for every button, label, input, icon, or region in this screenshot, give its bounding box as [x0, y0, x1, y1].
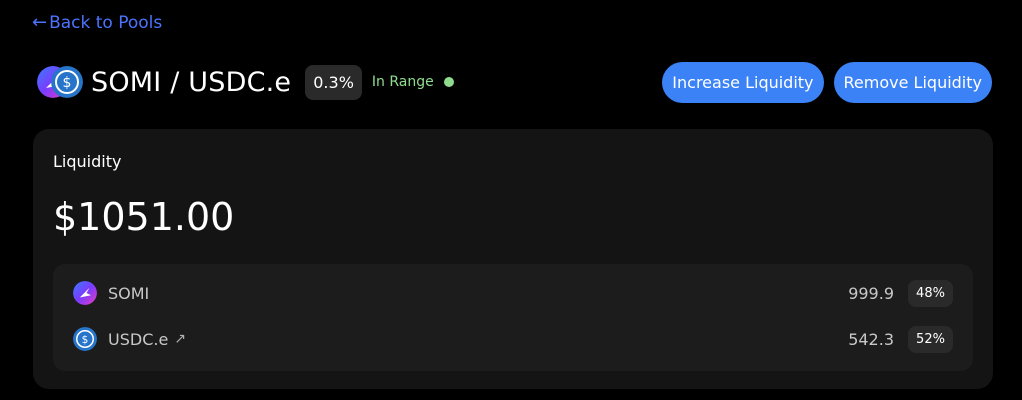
token-amount: 542.3 [848, 329, 894, 349]
token-percent-badge: 52% [908, 325, 953, 353]
remove-liquidity-button[interactable]: Remove Liquidity [833, 61, 992, 103]
pair-title: SOMI / USDC.e [91, 66, 292, 98]
usdc-token-icon: $ [73, 327, 97, 351]
range-status-label: In Range [371, 74, 434, 90]
back-to-pools-link[interactable]: ← Back to Pools [32, 13, 162, 33]
token-row-somi: SOMI 999.9 48% [53, 275, 973, 311]
svg-text:$: $ [63, 75, 72, 91]
range-status: In Range [372, 74, 454, 90]
token-row-usdc: $ USDC.e ↗ 542.3 52% [53, 321, 973, 357]
token-name: USDC.e [108, 329, 169, 349]
token-name: SOMI [108, 283, 150, 303]
somi-token-icon [73, 281, 97, 305]
left-arrow-icon: ← [32, 12, 48, 33]
back-to-pools-label: Back to Pools [49, 13, 163, 33]
position-actions: Increase Liquidity Remove Liquidity [662, 61, 992, 103]
fee-tier-badge: 0.3% [305, 64, 362, 100]
token-percent-badge: 48% [908, 279, 953, 307]
token-breakdown: SOMI 999.9 48% $ USDC.e ↗ 542.3 52% [53, 264, 973, 371]
liquidity-label: Liquidity [53, 152, 122, 171]
liquidity-card: Liquidity $1051.00 SOMI 999.9 48% $ USDC… [33, 129, 993, 389]
liquidity-value: $1051.00 [53, 195, 235, 239]
usdc-token-icon: $ [51, 66, 83, 98]
increase-liquidity-button[interactable]: Increase Liquidity [662, 61, 824, 103]
token-pair-icons: $ [37, 66, 83, 98]
status-dot-icon [443, 77, 454, 87]
position-page: ← Back to Pools $ SOMI / USDC.e 0.3% In … [0, 0, 1022, 400]
token-amount: 999.9 [848, 283, 894, 303]
position-header: $ SOMI / USDC.e 0.3% In Range Increase L… [37, 61, 992, 103]
svg-text:$: $ [82, 334, 89, 346]
external-link-icon[interactable]: ↗ [174, 331, 186, 347]
